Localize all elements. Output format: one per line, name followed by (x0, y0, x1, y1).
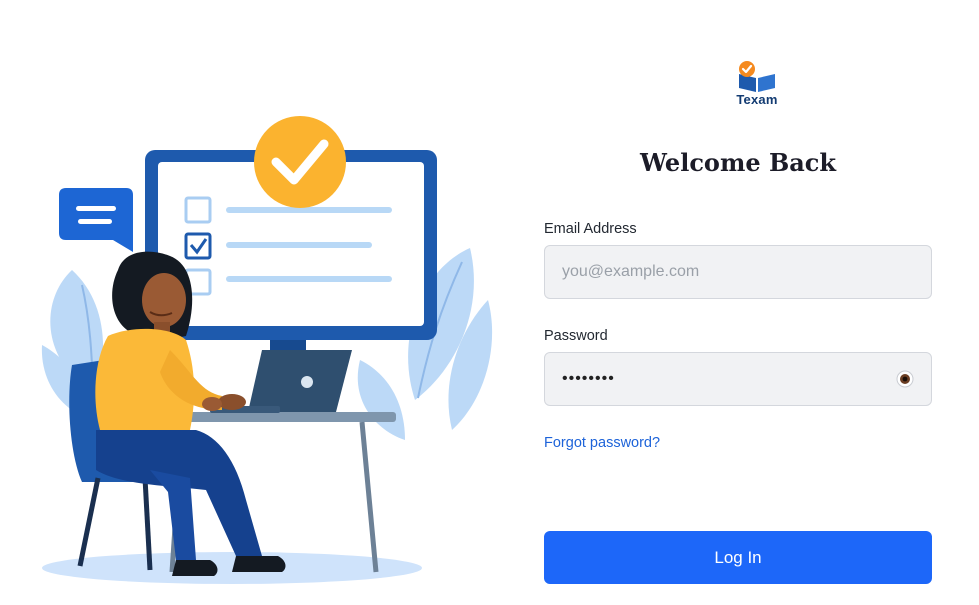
logo-book-icon (739, 61, 775, 92)
email-field[interactable] (544, 245, 932, 299)
brand-name: Texam (736, 92, 778, 107)
email-label: Email Address (544, 221, 637, 237)
chat-bubble-icon (59, 188, 133, 252)
login-panel: Texam Welcome Back Email Address Passwor… (544, 0, 932, 600)
login-button[interactable]: Log In (544, 531, 932, 584)
check-badge-icon (254, 116, 346, 208)
floor-shadow (42, 552, 422, 584)
eye-icon[interactable] (896, 370, 914, 388)
brand-logo: Texam (733, 60, 781, 108)
forgot-password-link[interactable]: Forgot password? (544, 435, 660, 451)
login-illustration (0, 0, 520, 600)
password-field[interactable] (544, 352, 932, 406)
password-label: Password (544, 328, 608, 344)
page-title: Welcome Back (639, 148, 837, 177)
